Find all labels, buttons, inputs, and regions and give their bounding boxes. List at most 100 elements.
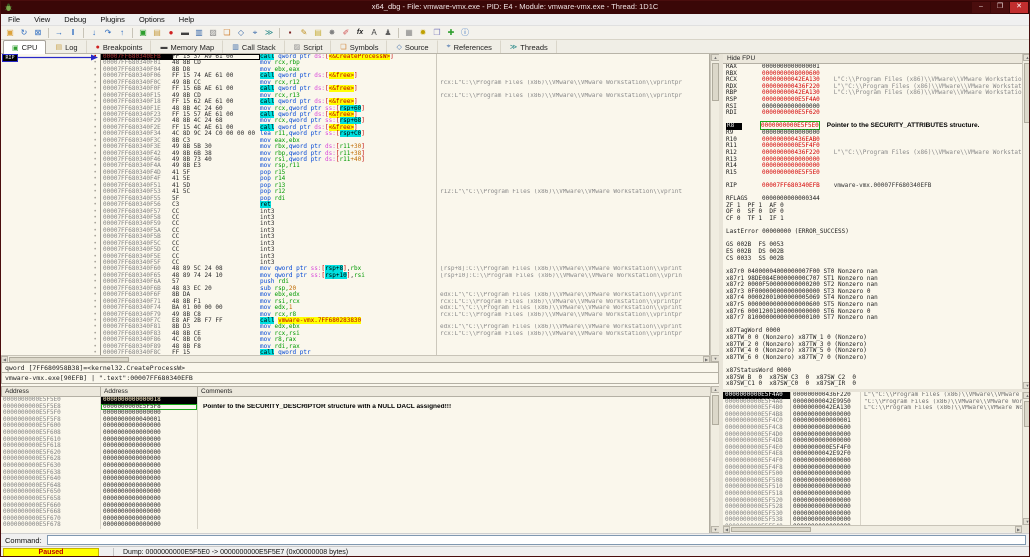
run-icon[interactable]: →: [53, 27, 65, 39]
breakpoints-icon[interactable]: ●: [165, 27, 177, 39]
info-box: qword [7FF680958B38]=<kernel32.CreatePro…: [1, 362, 719, 386]
cpu-window-icon[interactable]: ▣: [137, 27, 149, 39]
open-file-icon[interactable]: ▣: [4, 27, 16, 39]
dump-comment: [198, 483, 709, 490]
close-debuggee-icon[interactable]: ⊠: [32, 27, 44, 39]
tab-label: Threads: [520, 42, 548, 52]
stack-comment: [861, 438, 1022, 445]
registers-pane[interactable]: RAX 0000000000000001 RBX 0000000008000600 RC…: [723, 64, 1022, 389]
tab-threads[interactable]: ≫ Threads: [501, 40, 557, 53]
registers-vscrollbar[interactable]: ▲ ▼: [1022, 54, 1029, 389]
tab-log[interactable]: ▤ Log: [46, 40, 87, 53]
tab-references[interactable]: ⌖ References: [438, 40, 501, 53]
references-icon[interactable]: ⌖: [249, 27, 261, 39]
maximize-button[interactable]: ❐: [991, 2, 1009, 13]
disassembly-vscrollbar[interactable]: ▲ ▼: [710, 54, 720, 362]
stack-pane[interactable]: 0000000000E5F4A0 000000000436F220 L"\"C:\\…: [723, 392, 1022, 525]
register-line[interactable]: x87SW_C1 0 x87SW_C0 0 x87SW_IR 0: [723, 380, 1022, 388]
menu-item-help[interactable]: Help: [172, 14, 201, 25]
dump-header-0[interactable]: Address: [1, 386, 101, 397]
font-icon[interactable]: A: [368, 27, 380, 39]
settings-icon[interactable]: ✸: [326, 27, 338, 39]
register-line[interactable]: x87TW_6 0 (Nonzero) x87TW_7 0 (Nonzero): [723, 354, 1022, 362]
favourites-icon[interactable]: ✹: [417, 27, 429, 39]
dump-pane[interactable]: 0000000000E5F5E0 0000000000000018 00000000…: [1, 397, 710, 533]
menu-item-view[interactable]: View: [27, 14, 57, 25]
disassembly-pane[interactable]: •00007FF680340EFBFF 15 37 A9 61 00call q…: [1, 54, 710, 355]
windows-icon[interactable]: ❐: [431, 27, 443, 39]
rip-arrow-icon: [17, 54, 98, 61]
tab-memory-map[interactable]: ▬ Memory Map: [151, 40, 224, 53]
dump-comment: [198, 397, 709, 404]
restart-icon[interactable]: ↻: [18, 27, 30, 39]
register-name: RDI: [726, 109, 737, 117]
columns-icon[interactable]: ▦: [403, 27, 415, 39]
step-into-icon[interactable]: ↓: [88, 27, 100, 39]
menu-item-plugins[interactable]: Plugins: [93, 14, 132, 25]
stack-vscrollbar[interactable]: ▲ ▼: [1022, 392, 1029, 525]
title-bar[interactable]: x64_dbg - File: vmware-vmx.exe - PID: E4…: [1, 1, 1029, 14]
script-icon[interactable]: ▨: [207, 27, 219, 39]
toolbar-separator: [83, 27, 84, 38]
disassembly-rows: •00007FF680340EFBFF 15 37 A9 61 00call q…: [1, 54, 709, 355]
tab-call-stack[interactable]: ▥ Call Stack: [223, 40, 285, 53]
source-icon[interactable]: ◇: [235, 27, 247, 39]
dump-vscrollbar[interactable]: ▲ ▼: [710, 386, 720, 533]
call-stack-tab-icon: ▥: [232, 44, 239, 51]
command-input[interactable]: [47, 535, 1026, 545]
plugins-icon[interactable]: ✚: [445, 27, 457, 39]
hide-fpu-button[interactable]: Hide FPU: [723, 54, 1022, 64]
register-line[interactable]: x87r7 81000000000000000100 ST7 Nonzero n…: [723, 314, 1022, 322]
x64dbg-window: x64_dbg - File: vmware-vmx.exe - PID: E4…: [0, 0, 1030, 557]
pause-icon[interactable]: ‖: [67, 27, 79, 39]
dump-comment: [198, 522, 709, 529]
threads-icon[interactable]: ≫: [263, 27, 275, 39]
menu-item-file[interactable]: File: [1, 14, 27, 25]
register-line[interactable]: RDI 0000000000E5F620: [723, 109, 1022, 117]
comments-icon[interactable]: ✎: [298, 27, 310, 39]
tab-symbols[interactable]: ❏ Symbols: [331, 40, 388, 53]
labels-icon[interactable]: ▤: [312, 27, 324, 39]
register-comment: vmware-vmx.00007FF680340EFB: [833, 181, 932, 189]
disassembly-hscrollbar[interactable]: ◀ ▶: [1, 355, 710, 363]
tab-label: References: [453, 42, 492, 52]
step-over-icon[interactable]: ↷: [102, 27, 114, 39]
dump-header-2[interactable]: Comments: [198, 386, 719, 397]
register-line[interactable]: CF 0 TF 1 IF 1: [723, 215, 1022, 223]
register-line[interactable]: LastError 00000000 (ERROR_SUCCESS): [723, 228, 1022, 236]
dump-comment: [198, 476, 709, 483]
memory-map-icon[interactable]: ▬: [179, 27, 191, 39]
symbols-icon[interactable]: ❏: [221, 27, 233, 39]
log-tab-icon: ▤: [55, 44, 63, 51]
about-icon[interactable]: ⓘ: [459, 27, 471, 39]
tab-cpu[interactable]: ▣ CPU: [3, 40, 47, 54]
fx-icon[interactable]: fx: [354, 27, 366, 39]
script-tab-icon: ▨: [293, 44, 301, 51]
patches-icon[interactable]: ▪: [284, 27, 296, 39]
register-value: 0000000000E5F5E0: [762, 168, 820, 176]
info-line-1: qword [7FF680958B38]=<kernel32.CreatePro…: [1, 362, 719, 373]
threads-tab-icon: ≫: [509, 44, 518, 51]
minimize-button[interactable]: –: [972, 2, 990, 13]
register-line[interactable]: CS 0033 SS 002B: [723, 255, 1022, 263]
stack-hscrollbar[interactable]: ◀ ▶: [723, 525, 1022, 533]
menu-item-debug[interactable]: Debug: [57, 14, 93, 25]
register-line[interactable]: RIP 00007FF680340EFB vmware-vmx.00007FF680…: [723, 181, 1022, 190]
register-line[interactable]: R15 0000000000E5F5E0: [723, 168, 1022, 177]
call-stack-icon[interactable]: ▥: [193, 27, 205, 39]
close-button[interactable]: ✕: [1010, 2, 1028, 13]
step-out-icon[interactable]: ↑: [116, 27, 128, 39]
menu-item-options[interactable]: Options: [132, 14, 172, 25]
info-line-2: vmware-vmx.exe[90EFB] | ".text":00007FF6…: [1, 373, 719, 384]
log-window-icon[interactable]: ▤: [151, 27, 163, 39]
eraser-icon[interactable]: ✐: [340, 27, 352, 39]
stack-comment: "C:\\Program Files (x86)\\VMware\\VMware…: [864, 398, 1022, 405]
register-text: x87r7 81000000000000000100 ST7 Nonzero n…: [726, 314, 878, 322]
tab-source[interactable]: ◇ Source: [387, 40, 438, 53]
tab-breakpoints[interactable]: ● Breakpoints: [87, 40, 152, 53]
dump-header-1[interactable]: Address: [101, 386, 198, 397]
dump-row[interactable]: 0000000000E5F678 0000000000000000: [1, 522, 709, 529]
dump-comment: [198, 417, 709, 424]
tab-script[interactable]: ▨ Script: [285, 40, 332, 53]
user-icon[interactable]: ♟: [382, 27, 394, 39]
